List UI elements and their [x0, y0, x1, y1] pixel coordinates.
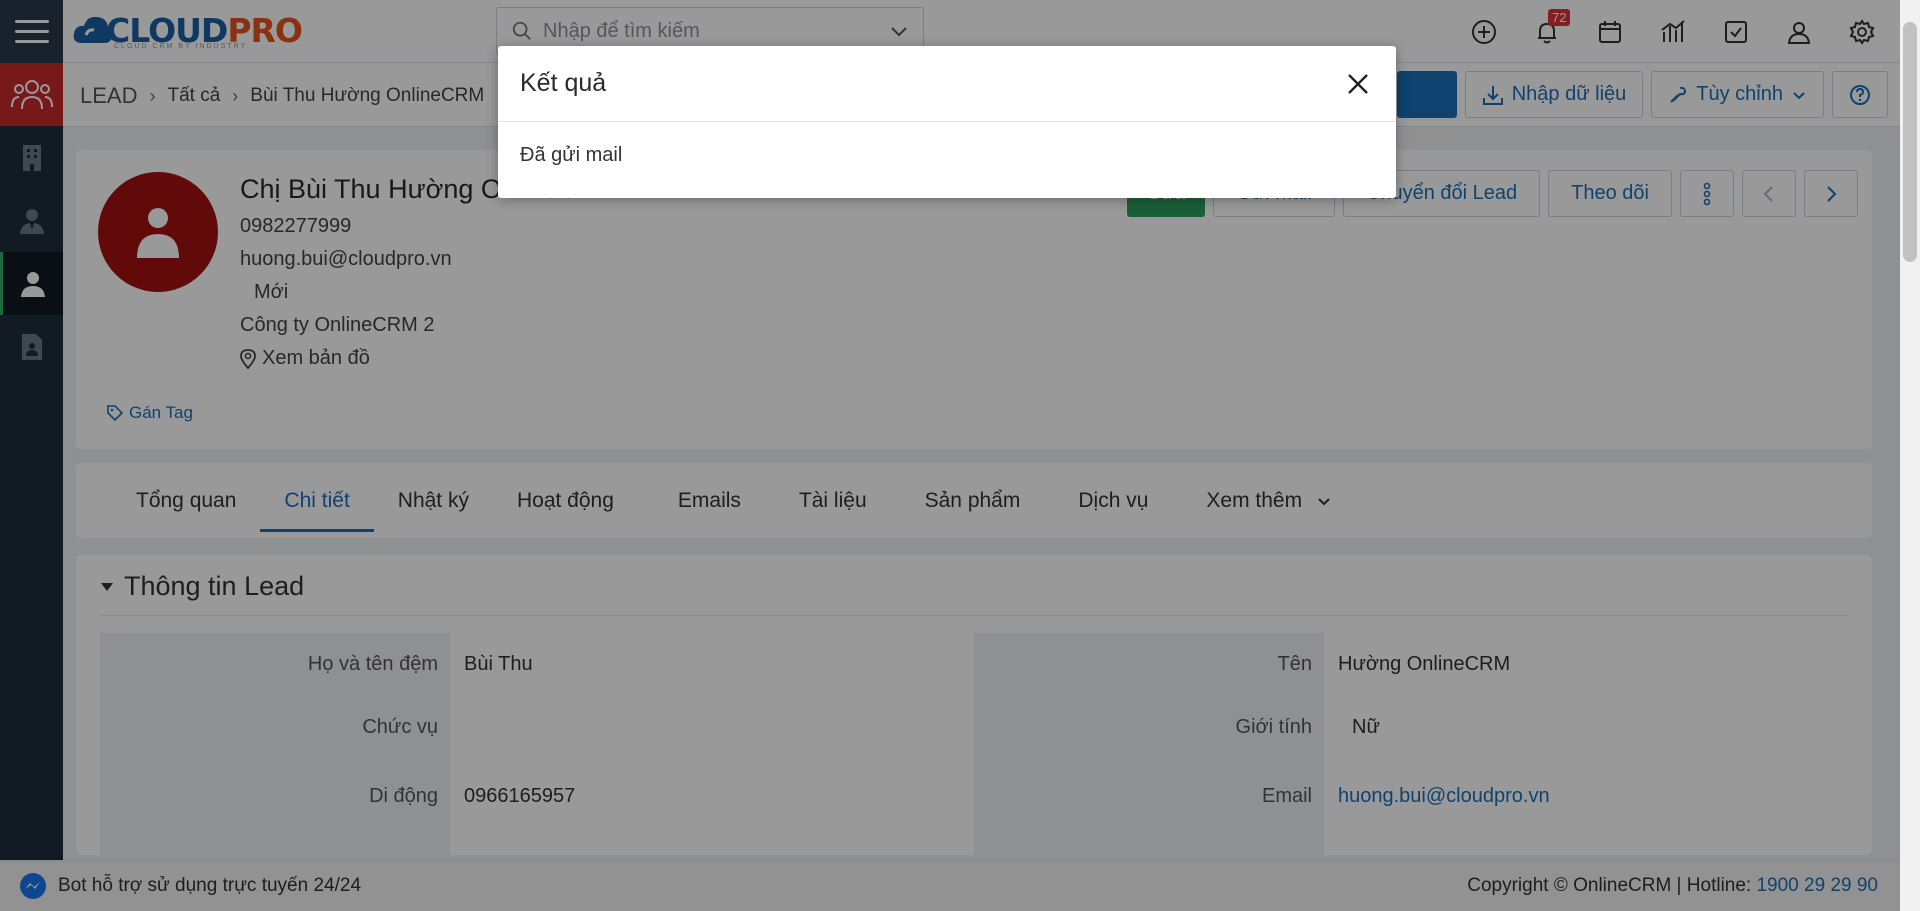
page-scrollbar[interactable]: [1900, 0, 1920, 911]
dialog-header: Kết quả: [498, 46, 1396, 122]
dialog-message: Đã gửi mail: [520, 144, 623, 166]
scrollbar-thumb[interactable]: [1903, 22, 1917, 262]
close-icon[interactable]: [1342, 68, 1374, 100]
result-dialog: Kết quả Đã gửi mail: [498, 46, 1396, 198]
dialog-title: Kết quả: [520, 69, 607, 97]
